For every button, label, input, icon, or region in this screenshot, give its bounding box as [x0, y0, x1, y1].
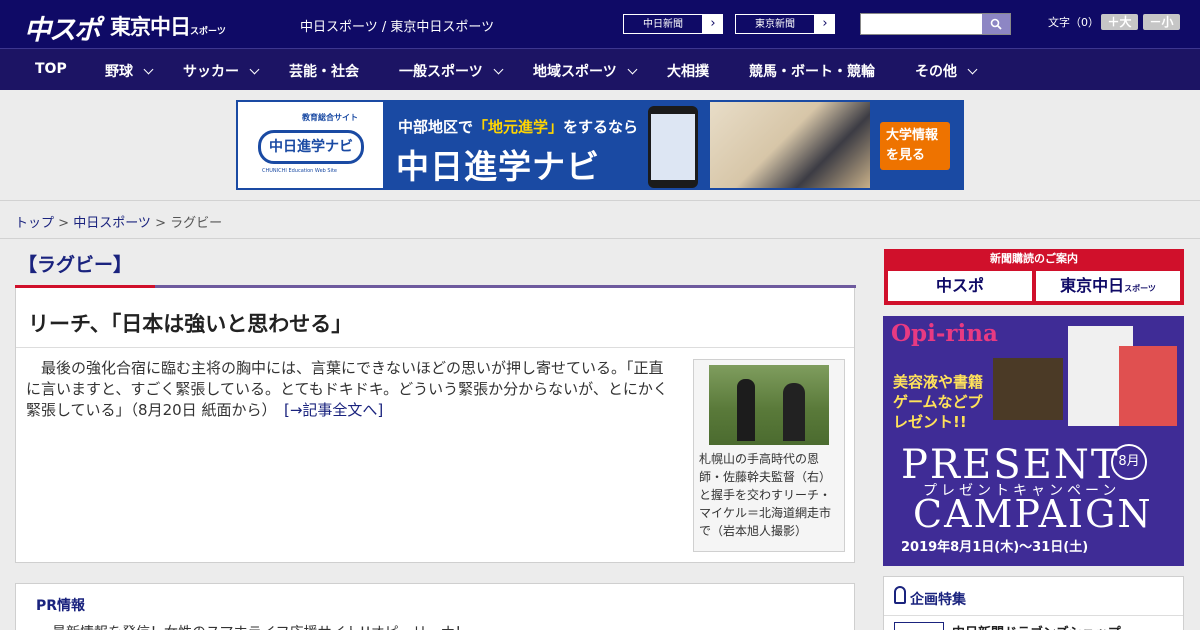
chuspo-logo[interactable]: 中スポ [24, 8, 101, 47]
banner-headline: 中日進学ナビ [396, 147, 600, 186]
pr-link[interactable]: 最新情報を発信！女性のスマホライフ応援サイト!!オピ・リーナ！ [52, 622, 469, 630]
photo-caption: 札幌山の手高時代の恩師・佐藤幹夫監督（右）と握手を交わすリーチ・マイケル＝北海道… [699, 452, 832, 538]
chunichi-shimbun-link[interactable]: 中日新聞 › [622, 13, 724, 35]
product-box-image [993, 358, 1063, 420]
breadcrumb-section[interactable]: 中日スポーツ [73, 216, 151, 231]
article-body: 最後の強化合宿に臨む主将の胸中には、言葉にできないほどの思いが押し寄せている。「… [26, 359, 668, 419]
breadcrumb-top[interactable]: トップ [15, 216, 54, 231]
nav-baseball[interactable]: 野球 [105, 61, 154, 81]
search-icon [990, 18, 1002, 30]
font-smaller-button[interactable]: －小 [1143, 14, 1180, 30]
search-button[interactable] [982, 14, 1010, 34]
category-label: 【ラグビー】 [18, 254, 133, 276]
article-figure: 札幌山の手高時代の恩師・佐藤幹夫監督（右）と握手を交わすリーチ・マイケル＝北海道… [693, 359, 845, 552]
pr-box: PR情報 最新情報を発信！女性のスマホライフ応援サイト!!オピ・リーナ！ [15, 583, 855, 630]
chevron-down-icon [493, 64, 504, 75]
chevron-right-icon: › [703, 14, 723, 34]
ad-month-badge: 8月 [1111, 444, 1147, 480]
text-size-label: 文字（0） [1048, 16, 1099, 29]
ad-headline-campaign: CAMPAIGN [913, 492, 1153, 536]
main-nav: TOP 野球 サッカー 芸能・社会 一般スポーツ 地域スポーツ 大相撲 競馬・ボ… [0, 48, 1200, 90]
ad-dates: 2019年8月1日(木)～31日(土) [901, 540, 1089, 555]
read-more-link[interactable]: [→記事全文へ] [284, 401, 383, 419]
chevron-down-icon [249, 64, 260, 75]
breadcrumb-current: ラグビー [170, 216, 223, 231]
nav-top[interactable]: TOP [35, 61, 67, 77]
dragons-shop-thumb[interactable] [894, 622, 944, 630]
chevron-down-icon [627, 64, 638, 75]
font-larger-button[interactable]: ＋大 [1101, 14, 1138, 30]
nav-other[interactable]: その他 [915, 61, 978, 81]
pr-heading: PR情報 [36, 598, 86, 614]
chevron-right-icon: › [815, 14, 835, 34]
nav-racing[interactable]: 競馬・ボート・競輪 [749, 61, 875, 81]
nav-regional-sports[interactable]: 地域スポーツ [533, 61, 638, 81]
site-header: 中スポ 東京中日スポーツ 中日スポーツ / 東京中日スポーツ 中日新聞 › 東京… [0, 0, 1200, 48]
breadcrumb: トップ > 中日スポーツ > ラグビー [0, 200, 1200, 239]
subscribe-tokyo-button[interactable]: 東京中日スポーツ [1036, 271, 1180, 301]
search-input[interactable] [861, 14, 982, 34]
banner-tagline: 中部地区で「地元進学」をするなら [398, 118, 639, 136]
tokyo-shimbun-link[interactable]: 東京新聞 › [734, 13, 836, 35]
special-feature-box: 企画特集 中日新聞ドラゴンズショップ [883, 576, 1184, 630]
dragons-shop-link[interactable]: 中日新聞ドラゴンズショップ [952, 622, 1121, 630]
ad-gift-text: 美容液や書籍ゲームなどプレゼント!! [893, 373, 984, 431]
present-campaign-ad[interactable]: Opi-rina 美容液や書籍ゲームなどプレゼント!! PRESENT 8月 プ… [883, 316, 1184, 566]
ribbon-icon [894, 586, 906, 604]
banner-logo: 教育総合サイト 中日進学ナビ CHUNICHI Education Web Si… [238, 102, 383, 188]
ad-brand: Opi-rina [891, 320, 998, 347]
article-photo[interactable] [709, 365, 829, 445]
article-card: リーチ、「日本は強いと思わせる」 最後の強化合宿に臨む主将の胸中には、言葉にでき… [15, 285, 856, 563]
tokyo-chunichi-logo[interactable]: 東京中日スポーツ [110, 11, 226, 41]
nav-soccer[interactable]: サッカー [183, 61, 260, 81]
phone-image [648, 106, 698, 188]
game-image [1119, 346, 1177, 426]
subscription-heading: 新聞購読のご案内 [990, 252, 1078, 265]
subscription-box: 新聞購読のご案内 中スポ 東京中日スポーツ [884, 249, 1184, 305]
students-photo [710, 102, 870, 188]
search-box [860, 13, 1011, 35]
nav-sumo[interactable]: 大相撲 [667, 61, 709, 81]
nav-entertainment[interactable]: 芸能・社会 [289, 61, 359, 81]
nav-general-sports[interactable]: 一般スポーツ [399, 61, 504, 81]
article-title: リーチ、「日本は強いと思わせる」 [28, 312, 353, 336]
shingaku-navi-banner[interactable]: 教育総合サイト 中日進学ナビ CHUNICHI Education Web Si… [236, 100, 964, 190]
site-links[interactable]: 中日スポーツ / 東京中日スポーツ [300, 16, 494, 35]
subscribe-chuspo-button[interactable]: 中スポ [888, 271, 1032, 301]
banner-cta: 大学情報を見る [880, 122, 950, 170]
chevron-down-icon [143, 64, 154, 75]
chevron-down-icon [967, 64, 978, 75]
special-heading: 企画特集 [910, 592, 966, 608]
